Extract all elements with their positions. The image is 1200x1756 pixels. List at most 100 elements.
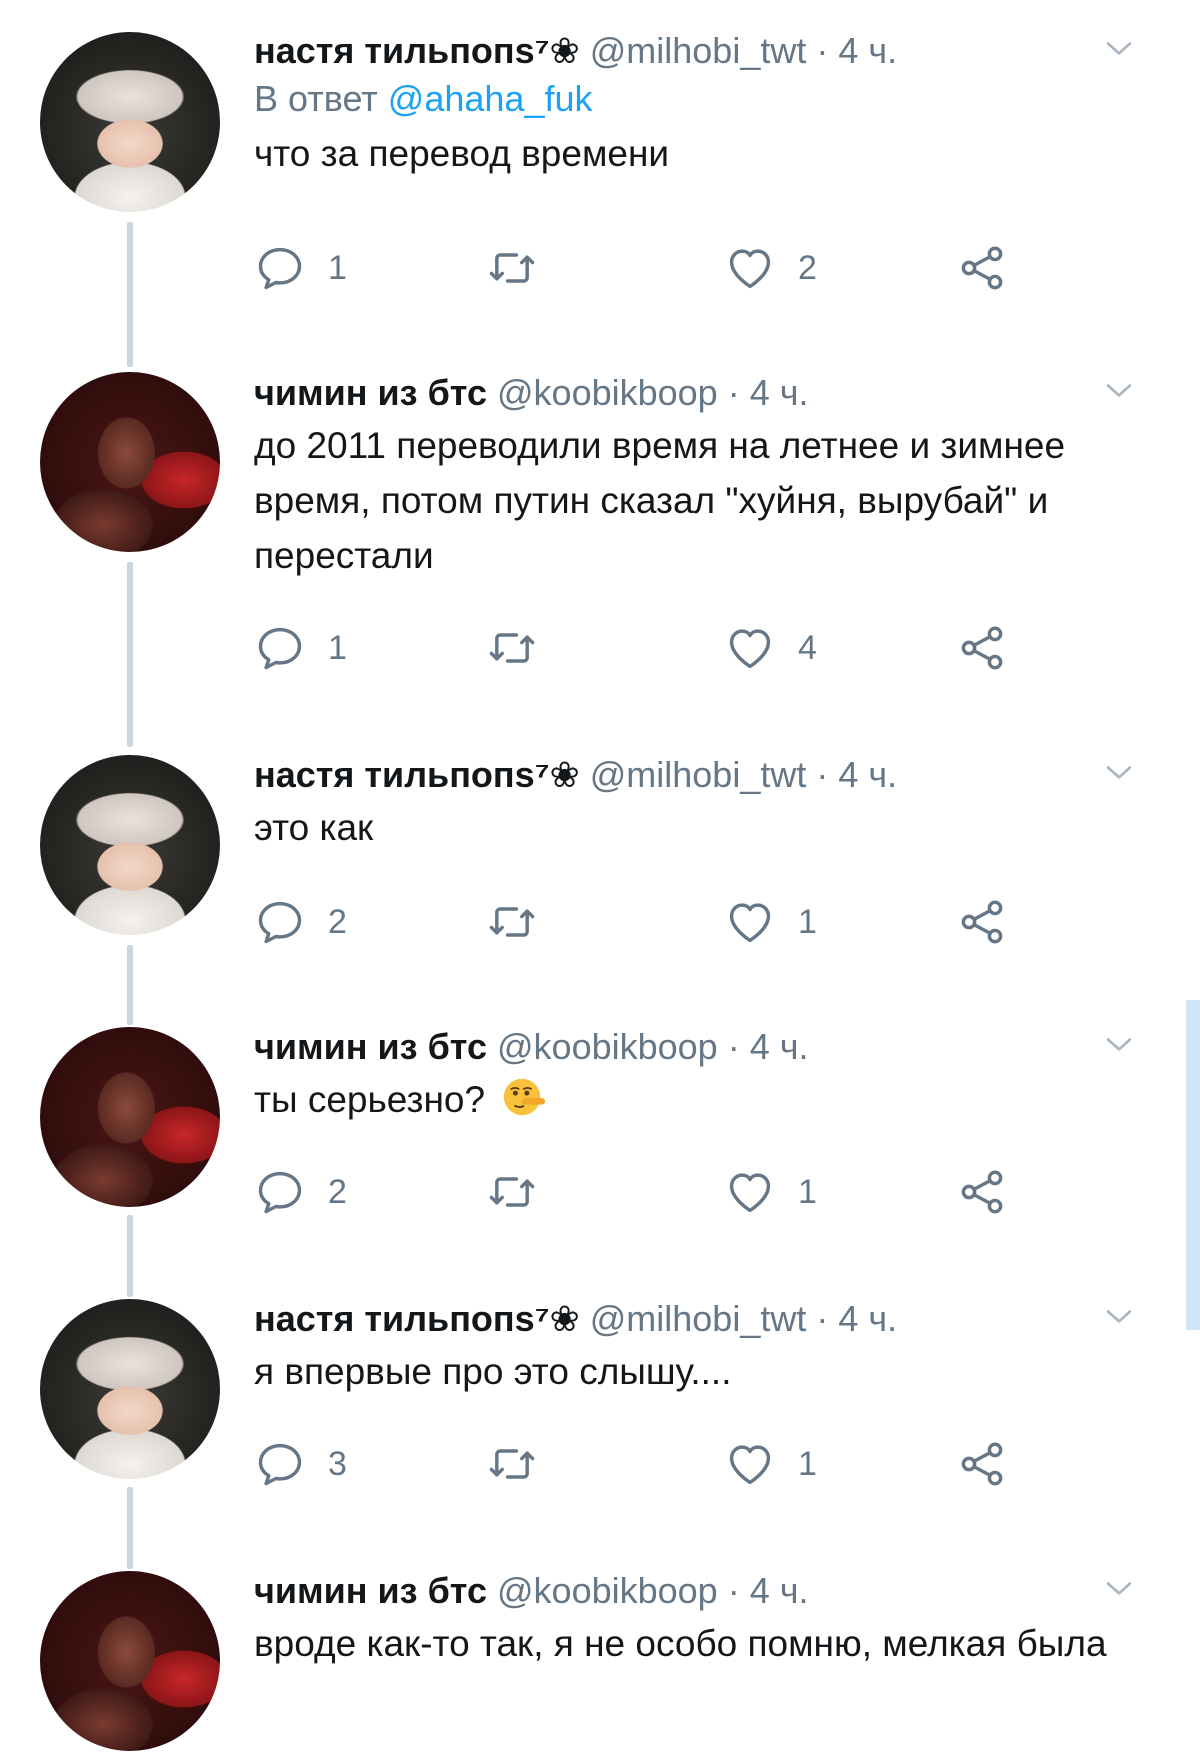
timestamp[interactable]: 4 ч. [838,754,897,795]
like-button[interactable]: 1 [724,892,817,952]
retweet-icon [489,633,535,663]
share-button[interactable] [956,618,1008,678]
tweet-header: настя тильпопs⁷❀ @milhobi_twt · 4 ч. [254,28,1140,74]
display-name[interactable]: настя тильпопs⁷❀ [254,1298,580,1339]
thread-connector-line [127,1215,133,1297]
lying-face-emoji-icon [504,1078,546,1116]
share-icon [961,900,1003,944]
tweet-header: чимин из бтс @koobikboop · 4 ч. [254,1024,1140,1070]
reply-context: В ответ @ahaha_fuk [254,74,1140,124]
thread-connector-line [127,1487,133,1569]
separator-dot: · [727,1570,740,1611]
heart-icon [729,249,771,289]
tweet-actions: 1 4 [254,618,1034,678]
display-name[interactable]: настя тильпопs⁷❀ [254,754,580,795]
avatar[interactable] [40,1571,220,1751]
like-button[interactable]: 1 [724,1434,817,1494]
like-count: 1 [798,1444,817,1483]
display-name[interactable]: чимин из бтс [254,1570,487,1611]
tweet-header: настя тильпопs⁷❀ @milhobi_twt · 4 ч. [254,752,1140,798]
reply-button[interactable]: 1 [254,238,347,298]
chevron-down-icon[interactable] [1106,1304,1132,1330]
tweet-text: что за перевод времени [254,133,670,174]
reply-prefix: В ответ [254,78,378,119]
username[interactable]: @koobikboop [497,372,718,413]
reply-count: 1 [328,628,347,667]
like-count: 2 [798,248,817,287]
retweet-button[interactable] [486,892,560,952]
timestamp[interactable]: 4 ч. [838,1298,897,1339]
share-button[interactable] [956,238,1008,298]
display-name[interactable]: настя тильпопs⁷❀ [254,30,580,71]
username[interactable]: @milhobi_twt [590,754,807,795]
retweet-button[interactable] [486,238,560,298]
tweet-text-line: ты серьезно? [254,1072,1140,1127]
separator-dot: · [727,372,740,413]
tweet-header: чимин из бтс @koobikboop · 4 ч. [254,1568,1140,1614]
reply-mention-link[interactable]: @ahaha_fuk [388,78,593,119]
like-button[interactable]: 1 [724,1162,817,1222]
reply-icon [258,247,302,290]
share-button[interactable] [956,1434,1008,1494]
avatar[interactable] [40,1299,220,1479]
timestamp[interactable]: 4 ч. [750,1570,809,1611]
share-button[interactable] [956,1162,1008,1222]
chevron-down-icon[interactable] [1106,378,1132,404]
scrollbar[interactable] [1186,1000,1200,1330]
username[interactable]: @milhobi_twt [590,30,807,71]
avatar[interactable] [40,32,220,212]
tweet-text: ты серьезно? [254,1079,486,1120]
share-icon [961,626,1003,670]
reply-button[interactable]: 1 [254,618,347,678]
reply-count: 3 [328,1444,347,1483]
like-count: 1 [798,902,817,941]
reply-button[interactable]: 2 [254,1162,347,1222]
like-count: 4 [798,628,817,667]
timestamp[interactable]: 4 ч. [750,1026,809,1067]
reply-icon [258,1443,302,1486]
like-button[interactable]: 4 [724,618,817,678]
reply-count: 2 [328,1172,347,1211]
username[interactable]: @koobikboop [497,1026,718,1067]
conversation-thread: настя тильпопs⁷❀ @milhobi_twt · 4 ч. В о… [0,0,1200,1756]
chevron-down-icon[interactable] [1106,1032,1132,1058]
tweet-actions: 2 1 [254,1162,1034,1222]
avatar[interactable] [40,1027,220,1207]
retweet-icon [489,253,535,283]
retweet-icon [489,1177,535,1207]
separator-dot: · [816,754,829,795]
avatar[interactable] [40,755,220,935]
like-count: 1 [798,1172,817,1211]
tweet-text: вроде как-то так, я не особо помню, мелк… [254,1623,1107,1664]
heart-icon [729,1173,771,1213]
retweet-button[interactable] [486,1434,560,1494]
username[interactable]: @koobikboop [497,1570,718,1611]
tweet-header: чимин из бтс @koobikboop · 4 ч. [254,370,1140,416]
reply-count: 1 [328,248,347,287]
like-button[interactable]: 2 [724,238,817,298]
reply-button[interactable]: 3 [254,1434,347,1494]
share-button[interactable] [956,892,1008,952]
avatar[interactable] [40,372,220,552]
retweet-button[interactable] [486,1162,560,1222]
username[interactable]: @milhobi_twt [590,1298,807,1339]
retweet-button[interactable] [486,618,560,678]
display-name[interactable]: чимин из бтс [254,1026,487,1067]
reply-count: 2 [328,902,347,941]
tweet-text: это как [254,807,374,848]
display-name[interactable]: чимин из бтс [254,372,487,413]
chevron-down-icon[interactable] [1106,36,1132,62]
thread-connector-line [127,945,133,1025]
reply-button[interactable]: 2 [254,892,347,952]
chevron-down-icon[interactable] [1106,1576,1132,1602]
separator-dot: · [727,1026,740,1067]
tweet-text: до 2011 переводили время на летнее и зим… [254,425,1066,576]
share-icon [961,1170,1003,1214]
heart-icon [729,903,771,943]
tweet-actions: 1 2 [254,238,1034,298]
timestamp[interactable]: 4 ч. [750,372,809,413]
timestamp[interactable]: 4 ч. [838,30,897,71]
reply-icon [258,1171,302,1214]
heart-icon [729,629,771,669]
chevron-down-icon[interactable] [1106,760,1132,786]
